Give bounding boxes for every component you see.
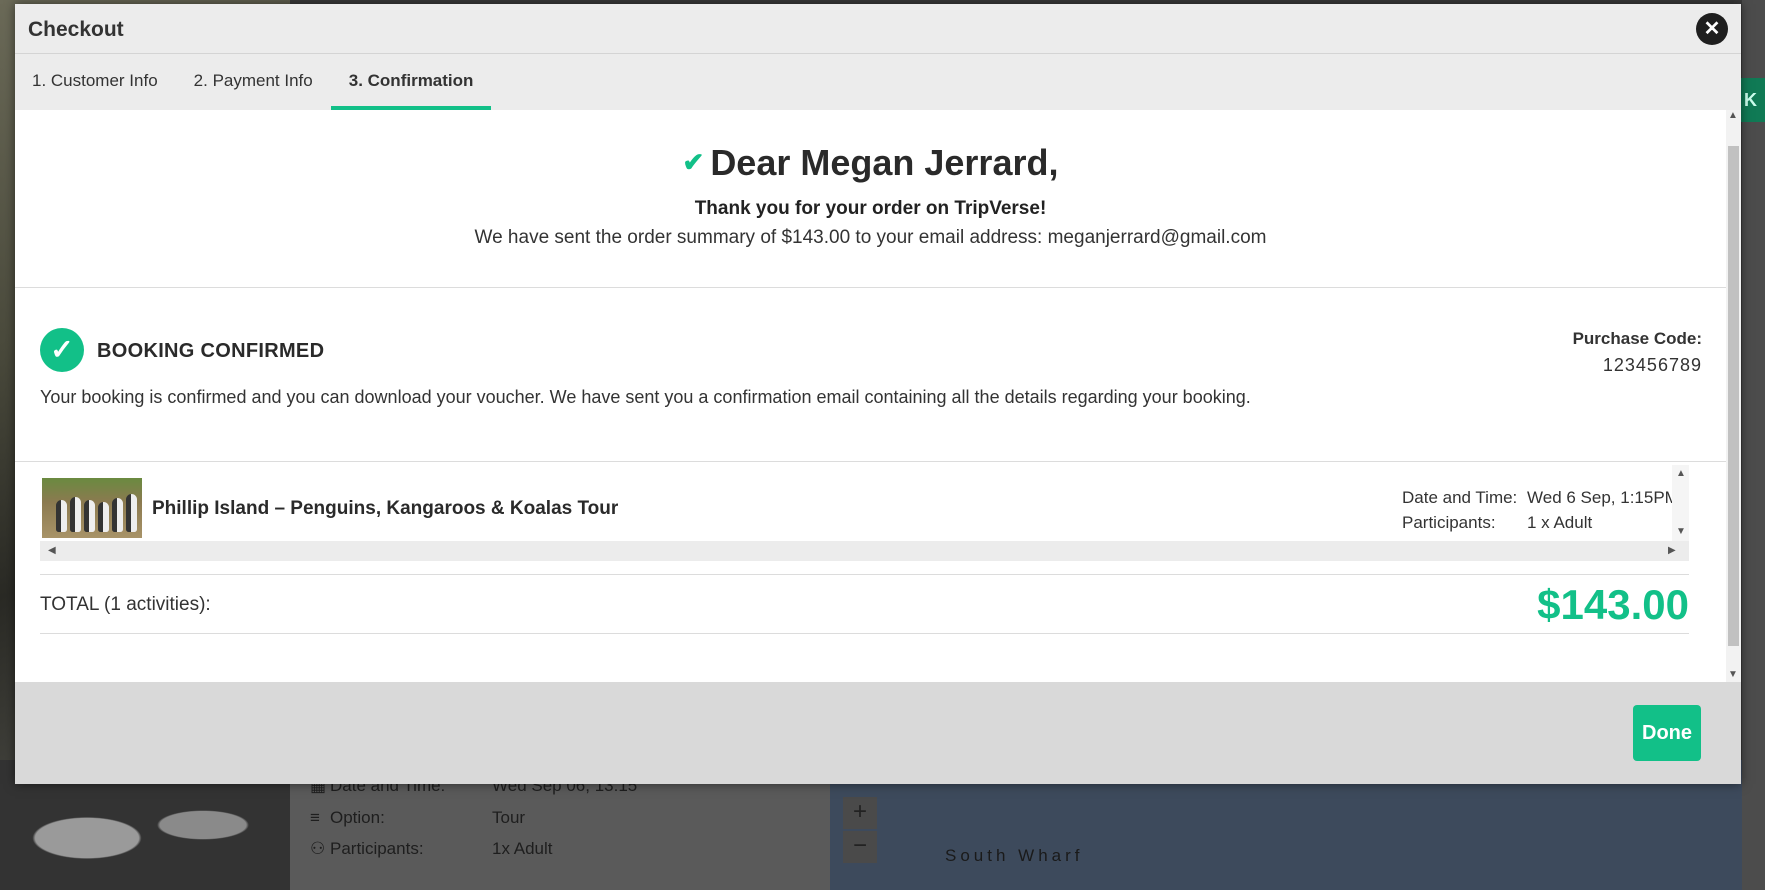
background-participants-label: Participants: [330, 839, 424, 858]
booking-message: Your booking is confirmed and you can do… [40, 387, 1251, 407]
tab-payment-info[interactable]: 2. Payment Info [176, 54, 331, 110]
map-zoom-in-button: + [843, 797, 877, 829]
total-amount: $143.00 [1537, 581, 1689, 628]
tab-customer-info[interactable]: 1. Customer Info [15, 54, 176, 110]
booking-confirmed-section: ✓ BOOKING CONFIRMED Your booking is conf… [15, 288, 1726, 462]
close-button[interactable]: ✕ [1696, 13, 1728, 45]
activity-participants-label: Participants: [1402, 513, 1496, 532]
checkmark-icon: ✔ [682, 147, 705, 177]
scroll-down-icon: ▼ [1676, 526, 1686, 537]
activity-date-label: Date and Time: [1402, 488, 1518, 507]
content-vertical-scrollbar[interactable]: ▲ ▼ [1726, 110, 1741, 682]
list-icon: ≡ [310, 808, 320, 827]
checkout-steps-tabs: 1. Customer Info 2. Payment Info 3. Conf… [15, 54, 1741, 110]
modal-footer: Done [15, 682, 1741, 784]
background-option-row: ≡ Option: Tour [310, 808, 525, 828]
booking-status: BOOKING CONFIRMED [97, 340, 325, 362]
scroll-right-icon: ▶ [1668, 545, 1676, 556]
user-icon: ⚇ [310, 839, 326, 858]
map-zoom-out-button: − [843, 831, 877, 863]
total-section: TOTAL (1 activities): $143.00 [40, 574, 1689, 634]
background-participants-value: 1x Adult [492, 839, 553, 858]
confirmation-content: ✔ Dear Megan Jerrard, Thank you for your … [15, 110, 1726, 682]
checkout-modal: Checkout ✕ 1. Customer Info 2. Payment I… [15, 4, 1741, 784]
tab-confirmation[interactable]: 3. Confirmation [330, 54, 492, 110]
order-summary-text: We have sent the order summary of $143.0… [474, 227, 1267, 248]
check-circle-icon: ✓ [40, 328, 84, 372]
activity-name: Phillip Island – Penguins, Kangaroos & K… [152, 498, 619, 519]
modal-header: Checkout ✕ [15, 4, 1741, 54]
scroll-up-icon: ▲ [1728, 110, 1738, 121]
purchase-code-label: Purchase Code: [1572, 329, 1702, 348]
purchase-code-value: 123456789 [1602, 355, 1702, 375]
done-button[interactable]: Done [1633, 705, 1701, 761]
greeting-heading: ✔ Dear Megan Jerrard, [15, 142, 1726, 184]
scroll-down-icon: ▼ [1728, 669, 1738, 680]
modal-title: Checkout [28, 18, 124, 41]
greeting-section: ✔ Dear Megan Jerrard, Thank you for your … [15, 110, 1726, 288]
activity-thumbnail [42, 478, 142, 538]
activity-date-value: Wed 6 Sep, 1:15PM [1527, 488, 1679, 507]
activity-row: Phillip Island – Penguins, Kangaroos & K… [40, 465, 1689, 541]
total-label: TOTAL (1 activities): [40, 594, 211, 615]
scrollbar-thumb[interactable] [1728, 146, 1739, 646]
activity-horizontal-scrollbar[interactable]: ◀ ▶ [40, 541, 1689, 561]
activity-vertical-scrollbar[interactable]: ▲ ▼ [1672, 465, 1689, 541]
background-right-edge [1742, 0, 1765, 890]
background-option-value: Tour [492, 808, 526, 827]
scroll-up-icon: ▲ [1676, 468, 1686, 479]
greeting-name: Dear Megan Jerrard, [710, 142, 1059, 183]
activity-participants-value: 1 x Adult [1527, 513, 1593, 532]
background-option-label: Option: [330, 808, 385, 827]
thank-you-text: Thank you for your order on TripVerse! [694, 198, 1047, 219]
close-icon: ✕ [1703, 18, 1721, 40]
background-participants-row: ⚇ Participants: 1x Adult [310, 839, 553, 859]
map-area-label: South Wharf [945, 846, 1084, 865]
activity-item: Phillip Island – Penguins, Kangaroos & K… [40, 465, 1689, 561]
scroll-left-icon: ◀ [48, 545, 56, 556]
background-book-button: K [1740, 78, 1765, 122]
